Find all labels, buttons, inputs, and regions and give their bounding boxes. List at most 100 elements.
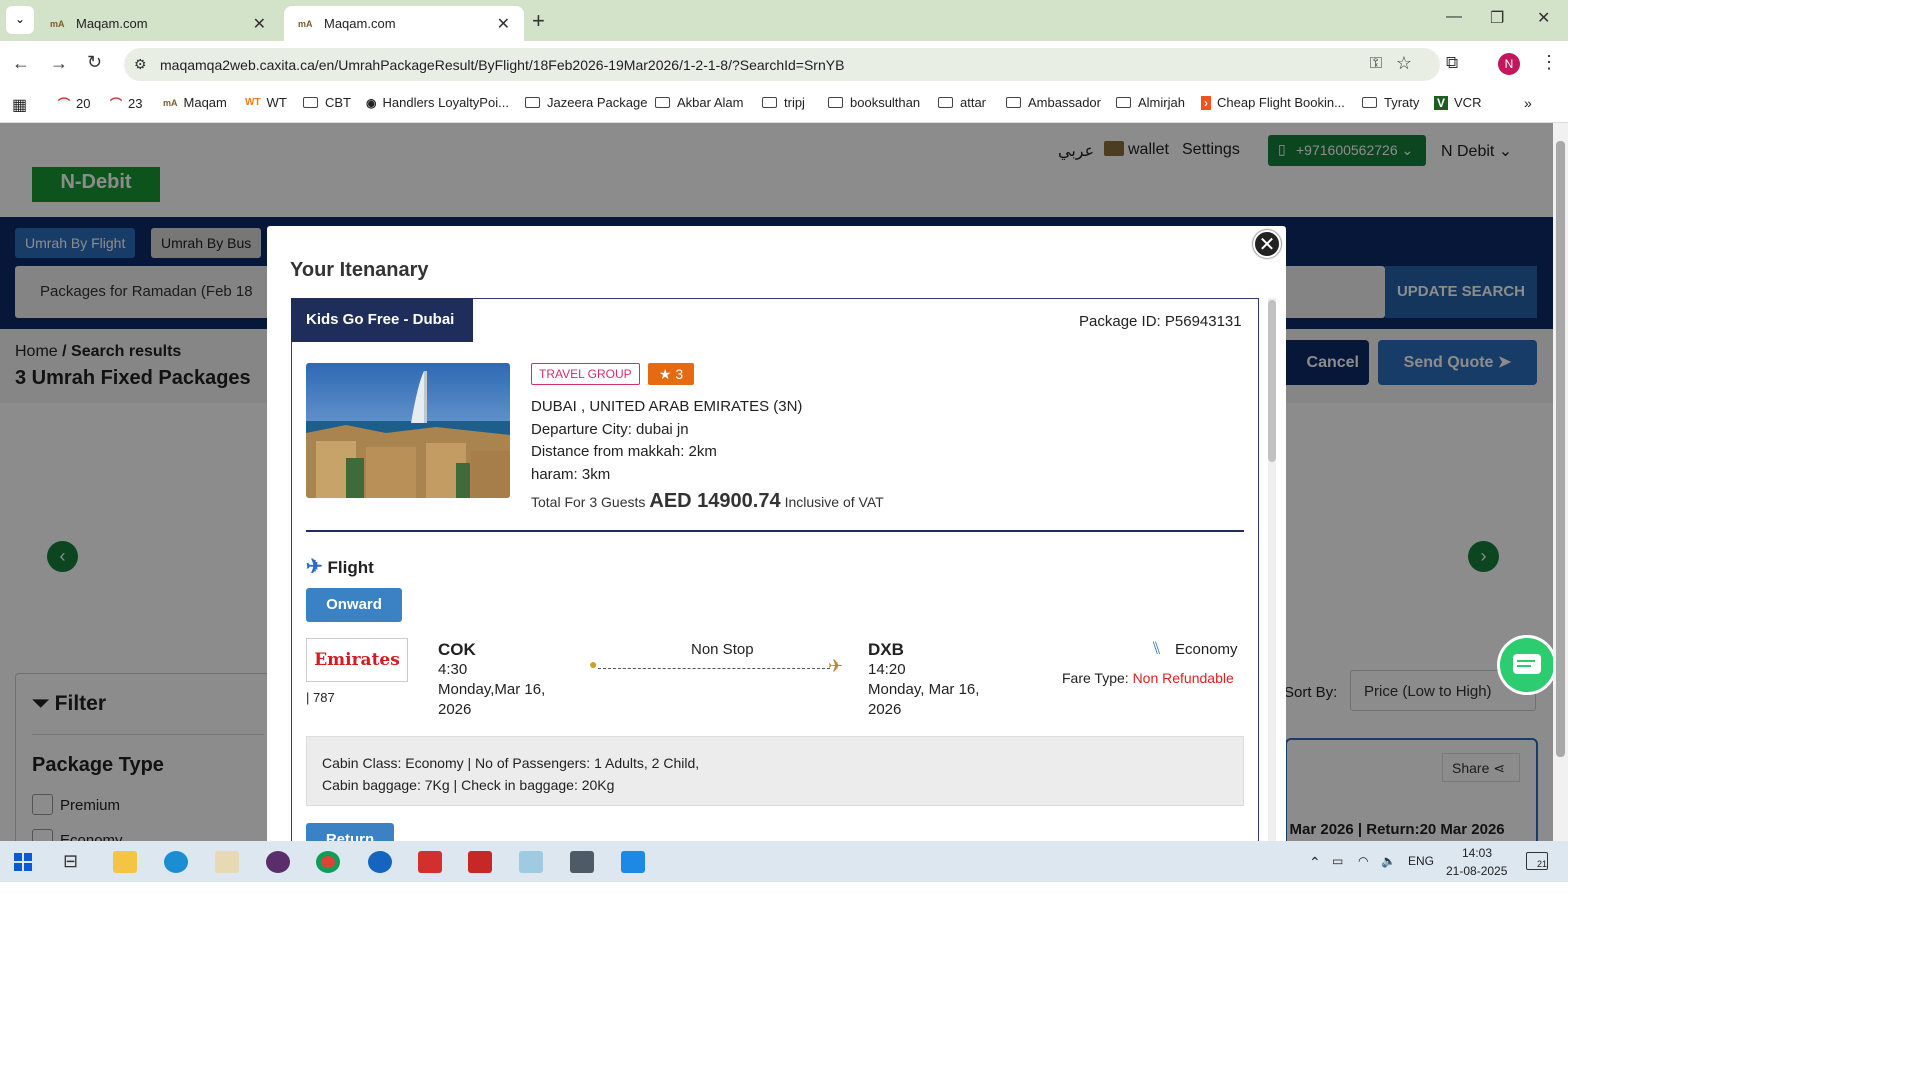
emirates-logo: Emirates xyxy=(306,638,408,682)
bookmark-item[interactable]: › Cheap Flight Bookin... xyxy=(1201,95,1345,110)
tray-chevron-icon[interactable]: ⌃ xyxy=(1309,854,1321,871)
onward-button[interactable]: Onward xyxy=(306,588,402,622)
url-text[interactable]: maqamqa2web.caxita.ca/en/UmrahPackageRes… xyxy=(160,57,844,73)
bookmark-folder[interactable]: Almirjah xyxy=(1116,95,1185,110)
destination-time: 14:20 xyxy=(868,661,906,678)
return-button[interactable]: Return xyxy=(306,823,394,841)
star-rating-badge: ★ 3 xyxy=(648,363,694,385)
notification-count: 21 xyxy=(1536,859,1547,869)
cabin-details: Cabin Class: Economy | No of Passengers:… xyxy=(306,736,1244,806)
tab-title: Maqam.com xyxy=(76,16,148,31)
site-info-icon[interactable]: ⚙ xyxy=(134,56,147,73)
travel-group-badge: TRAVEL GROUP xyxy=(531,363,640,385)
browser-toolbar: ← → ↻ ⚙ maqamqa2web.caxita.ca/en/UmrahPa… xyxy=(0,41,1568,88)
bookmark-folder[interactable]: tripj xyxy=(762,95,805,110)
bookmark-folder[interactable]: Ambassador xyxy=(1006,95,1101,110)
folder-icon xyxy=(303,97,318,108)
notes-icon[interactable] xyxy=(519,851,543,873)
password-key-icon[interactable]: ⚿ xyxy=(1370,55,1382,73)
notifications-icon[interactable]: 21 xyxy=(1526,852,1548,870)
bookmark-star-icon[interactable]: ☆ xyxy=(1396,53,1412,74)
seat-icon: ⑊ xyxy=(1151,638,1162,658)
bookmark-item[interactable]: ⌒ 20 xyxy=(58,95,90,112)
page-scrollbar-thumb[interactable] xyxy=(1556,141,1565,757)
star-icon: ★ xyxy=(658,366,672,382)
origin-pin-icon: ● xyxy=(589,656,598,672)
folder-icon xyxy=(1006,97,1021,108)
tab-search-dropdown[interactable]: ⌄ xyxy=(6,6,34,34)
bookmarks-bar: ▦ ⌒ 20 ⌒ 23 mA Maqam WT WT CBT ◉ Handlers Loy… xyxy=(0,88,1568,123)
filezilla-icon[interactable] xyxy=(468,851,492,873)
modal-scrollbar-thumb[interactable] xyxy=(1268,300,1276,462)
stops-label: Non Stop xyxy=(691,641,754,658)
language-indicator[interactable]: ENG xyxy=(1408,854,1434,868)
close-tab-icon[interactable]: ✕ xyxy=(497,14,510,34)
bookmark-folder[interactable]: attar xyxy=(938,95,986,110)
origin-code: COK xyxy=(438,640,476,659)
bookmark-item[interactable]: WT WT xyxy=(245,95,287,110)
bookmark-folder[interactable]: booksulthan xyxy=(828,95,920,110)
clock-time[interactable]: 14:03 xyxy=(1462,846,1492,860)
close-tab-icon[interactable]: ✕ xyxy=(253,14,266,34)
task-view-icon[interactable]: ⊟ xyxy=(63,851,87,873)
destination-code: DXB xyxy=(868,640,904,659)
profile-avatar[interactable]: N xyxy=(1498,53,1520,75)
modal-title: Your Itenanary xyxy=(290,259,429,281)
total-price: Total For 3 Guests AED 14900.74 Inclusive … xyxy=(531,490,884,512)
battery-icon[interactable]: ▭ xyxy=(1332,854,1343,868)
folder-icon xyxy=(1116,97,1131,108)
file-explorer-icon[interactable] xyxy=(113,851,137,873)
airplane-icon: ✈ xyxy=(306,556,323,578)
windows-start-icon[interactable] xyxy=(14,853,32,871)
bookmark-folder[interactable]: Tyraty xyxy=(1362,95,1419,110)
calculator-icon[interactable] xyxy=(570,851,594,873)
edge-icon[interactable] xyxy=(164,851,188,873)
menu-kebab-icon[interactable]: ⋮ xyxy=(1540,52,1558,73)
browser-tab-active[interactable]: mA Maqam.com ✕ xyxy=(284,6,524,41)
new-tab-button[interactable]: + xyxy=(532,8,545,34)
package-id: Package ID: P56943131 xyxy=(1079,313,1242,330)
back-icon[interactable]: ← xyxy=(12,53,30,74)
outlook-icon[interactable] xyxy=(368,851,392,873)
arrival-plane-icon: ✈ xyxy=(828,656,844,676)
extensions-icon[interactable]: ⧉ xyxy=(1446,53,1458,73)
bookmark-item[interactable]: ⌒ 23 xyxy=(110,95,142,112)
tab-title: Maqam.com xyxy=(324,16,396,31)
chat-bubble-icon[interactable] xyxy=(1497,635,1553,695)
bookmark-folder[interactable]: Akbar Alam xyxy=(655,95,743,110)
bookmark-item[interactable]: mA Maqam xyxy=(163,95,227,110)
chrome-icon[interactable] xyxy=(316,851,340,873)
reload-icon[interactable]: ↻ xyxy=(87,52,102,73)
distance-makkah: Distance from makkah: 2km xyxy=(531,443,717,460)
modal-close-icon[interactable]: ✕ xyxy=(1253,230,1281,258)
folder-icon xyxy=(1362,97,1377,108)
hotel-location: DUBAI , UNITED ARAB EMIRATES (3N) xyxy=(531,398,803,415)
wps-icon[interactable] xyxy=(418,851,442,873)
slack-icon[interactable] xyxy=(266,851,290,873)
route-line xyxy=(598,668,830,669)
hotel-image xyxy=(306,363,510,498)
bookmark-item[interactable]: V VCR xyxy=(1434,95,1481,110)
fare-type-value: Non Refundable xyxy=(1132,670,1234,686)
browser-tab[interactable]: mA Maqam.com ✕ xyxy=(36,6,280,41)
folder-icon xyxy=(525,97,540,108)
departure-city: Departure City: dubai jn xyxy=(531,421,689,438)
minimize-icon[interactable]: — xyxy=(1446,8,1462,26)
volume-icon[interactable]: 🔈 xyxy=(1381,854,1396,868)
flight-section-heading: ✈ Flight xyxy=(306,556,374,578)
photos-icon[interactable] xyxy=(621,851,645,873)
forward-icon[interactable]: → xyxy=(50,53,68,74)
restore-icon[interactable]: ❐ xyxy=(1490,8,1504,28)
cabin-line-2: Cabin baggage: 7Kg | Check in baggage: 2… xyxy=(322,777,615,793)
bookmark-folder[interactable]: Jazeera Package xyxy=(525,95,647,110)
bookmark-item[interactable]: ◉ Handlers LoyaltyPoi... xyxy=(366,95,509,110)
total-amount: AED 14900.74 xyxy=(649,490,781,512)
window-close-icon[interactable]: ✕ xyxy=(1537,8,1550,28)
clock-date[interactable]: 21-08-2025 xyxy=(1446,864,1507,878)
bookmark-folder[interactable]: CBT xyxy=(303,95,351,110)
paint-icon[interactable] xyxy=(215,851,239,873)
more-bookmarks-icon[interactable]: » xyxy=(1524,95,1532,111)
address-bar[interactable]: ⚙ maqamqa2web.caxita.ca/en/UmrahPackageR… xyxy=(124,48,1440,81)
apps-grid-icon[interactable]: ▦ xyxy=(12,95,27,115)
wifi-icon[interactable]: ◠ xyxy=(1358,854,1368,868)
